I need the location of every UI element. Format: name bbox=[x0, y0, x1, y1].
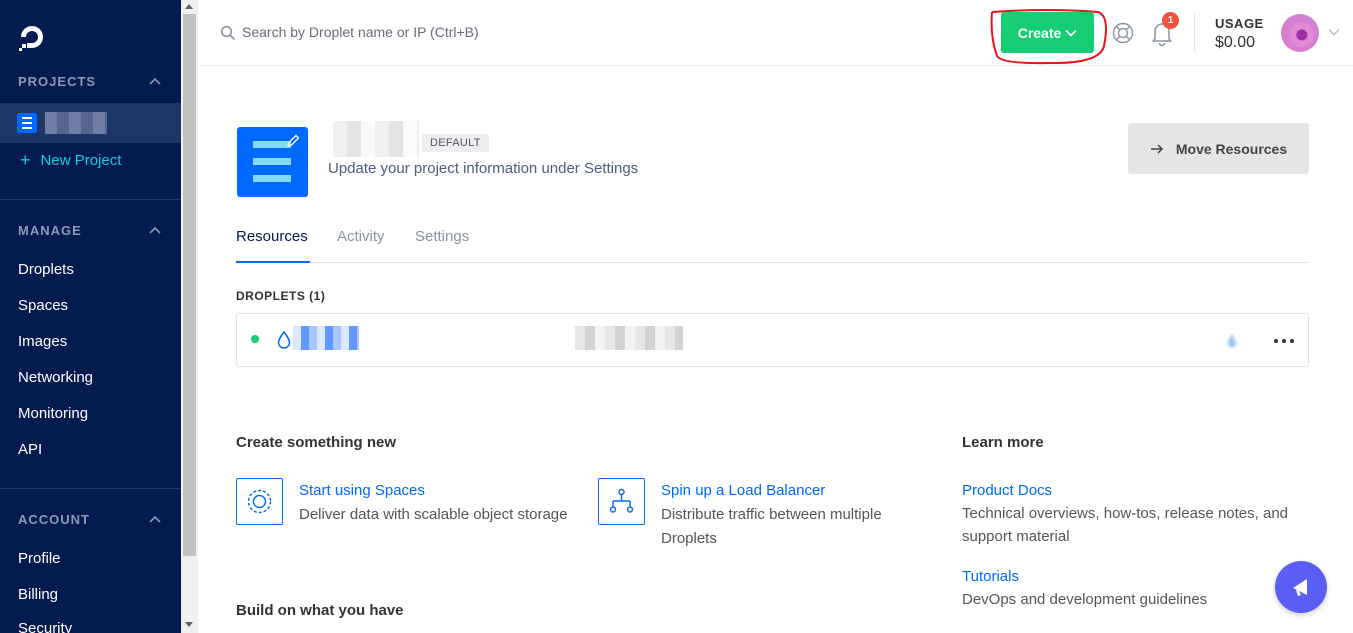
build-section-heading: Build on what you have bbox=[236, 602, 404, 619]
sidebar-item-droplets[interactable]: Droplets bbox=[18, 261, 74, 278]
sidebar-item-security[interactable]: Security bbox=[18, 620, 72, 633]
plus-icon: + bbox=[20, 150, 31, 170]
sidebar-item-images[interactable]: Images bbox=[18, 333, 67, 350]
top-bar: Create 1 USAGE $0.00 bbox=[198, 0, 1353, 66]
learn-section-heading: Learn more bbox=[962, 434, 1044, 451]
product-docs-description: Technical overviews, how-tos, release no… bbox=[962, 505, 1289, 545]
tab-resources[interactable]: Resources bbox=[236, 228, 308, 245]
tutorials-link[interactable]: Tutorials bbox=[962, 568, 1019, 585]
pencil-edit-icon[interactable] bbox=[285, 133, 301, 149]
droplet-ip-redacted bbox=[575, 326, 683, 350]
usage-value: $0.00 bbox=[1215, 34, 1256, 51]
droplet-name-redacted[interactable] bbox=[293, 326, 359, 350]
user-avatar[interactable] bbox=[1281, 14, 1319, 52]
start-using-spaces-link[interactable]: Start using Spaces bbox=[299, 482, 425, 499]
tab-activity[interactable]: Activity bbox=[337, 228, 385, 245]
sidebar-item-networking[interactable]: Networking bbox=[18, 369, 93, 386]
arrow-right-icon bbox=[1150, 143, 1163, 154]
sidebar-item-api[interactable]: API bbox=[18, 441, 42, 458]
load-balancer-card-icon[interactable] bbox=[598, 478, 645, 525]
chevron-down-icon bbox=[1065, 29, 1077, 37]
project-name-redacted bbox=[45, 112, 107, 134]
chevron-up-icon[interactable] bbox=[148, 76, 162, 86]
load-balancer-icon bbox=[609, 488, 634, 513]
sidebar: PROJECTS + New Project MANAGE Droplets S… bbox=[0, 0, 181, 633]
notification-count-badge: 1 bbox=[1162, 12, 1179, 29]
chevron-up-icon[interactable] bbox=[148, 514, 162, 524]
new-project-label: New Project bbox=[40, 151, 122, 169]
project-avatar[interactable] bbox=[237, 127, 308, 197]
sidebar-item-current-project[interactable] bbox=[0, 103, 181, 143]
search-icon bbox=[220, 25, 236, 41]
project-name-redacted bbox=[333, 121, 419, 157]
tutorials-description: DevOps and development guidelines bbox=[962, 591, 1208, 608]
help-lifebuoy-icon[interactable] bbox=[1112, 22, 1134, 44]
create-section-heading: Create something new bbox=[236, 434, 397, 451]
default-badge: DEFAULT bbox=[422, 134, 489, 152]
new-project-link[interactable]: + New Project bbox=[20, 151, 121, 169]
move-resources-label: Move Resources bbox=[1175, 140, 1288, 157]
feedback-button[interactable] bbox=[1275, 561, 1327, 613]
account-heading: ACCOUNT bbox=[18, 512, 90, 527]
scroll-up-arrow-icon[interactable] bbox=[185, 4, 193, 9]
sidebar-divider bbox=[0, 199, 181, 200]
droplet-icon bbox=[277, 331, 291, 349]
scroll-down-arrow-icon[interactable] bbox=[185, 622, 193, 627]
spaces-card-description: Deliver data with scalable object storag… bbox=[299, 506, 568, 523]
scrollbar-thumb[interactable] bbox=[183, 14, 196, 556]
sidebar-scrollbar[interactable] bbox=[181, 0, 198, 633]
product-docs-link[interactable]: Product Docs bbox=[962, 482, 1052, 499]
spin-up-load-balancer-link[interactable]: Spin up a Load Balancer bbox=[661, 482, 825, 499]
spaces-icon bbox=[247, 489, 272, 514]
tab-settings[interactable]: Settings bbox=[415, 228, 469, 245]
spaces-card-icon[interactable] bbox=[236, 478, 283, 525]
droplets-heading: DROPLETS (1) bbox=[236, 289, 326, 303]
sidebar-item-spaces[interactable]: Spaces bbox=[18, 297, 68, 314]
more-options-icon[interactable] bbox=[1273, 338, 1295, 344]
load-balancer-card-description: Distribute traffic between multiple Drop… bbox=[661, 506, 882, 547]
topbar-divider bbox=[1194, 14, 1195, 52]
search-input[interactable] bbox=[242, 20, 762, 44]
project-icon bbox=[17, 113, 37, 133]
usage-label: USAGE bbox=[1215, 16, 1264, 31]
chevron-up-icon[interactable] bbox=[148, 225, 162, 235]
sidebar-item-profile[interactable]: Profile bbox=[18, 550, 61, 567]
sidebar-item-billing[interactable]: Billing bbox=[18, 586, 58, 603]
move-resources-button[interactable]: Move Resources bbox=[1128, 123, 1309, 174]
tabs-divider bbox=[236, 262, 1309, 263]
status-running-dot bbox=[251, 335, 259, 343]
projects-heading: PROJECTS bbox=[18, 74, 97, 89]
droplet-row[interactable] bbox=[236, 313, 1309, 367]
sidebar-item-monitoring[interactable]: Monitoring bbox=[18, 405, 88, 422]
droplet-image-icon bbox=[1226, 333, 1238, 349]
digitalocean-logo-icon[interactable] bbox=[17, 22, 47, 52]
create-label: Create bbox=[1017, 24, 1062, 41]
project-subtitle: Update your project information under Se… bbox=[328, 160, 639, 177]
create-button[interactable]: Create bbox=[1001, 12, 1094, 53]
manage-heading: MANAGE bbox=[18, 223, 82, 238]
active-tab-indicator bbox=[236, 261, 310, 263]
megaphone-icon bbox=[1293, 579, 1307, 596]
sidebar-divider bbox=[0, 488, 181, 489]
chevron-down-icon[interactable] bbox=[1328, 28, 1340, 36]
